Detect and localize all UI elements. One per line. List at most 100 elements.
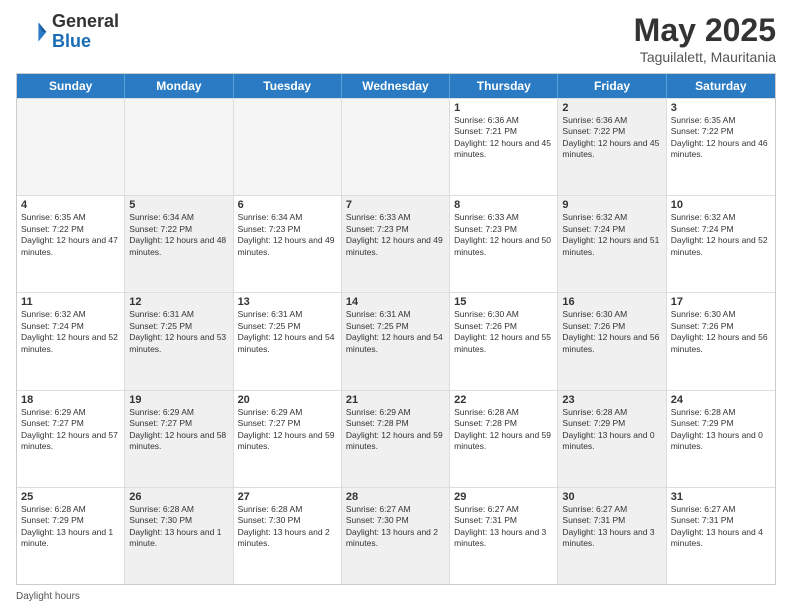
col-saturday: Saturday <box>667 74 775 98</box>
cell-text: Sunrise: 6:28 AM Sunset: 7:29 PM Dayligh… <box>21 504 120 550</box>
day-number: 31 <box>671 491 771 503</box>
cell-text: Sunrise: 6:27 AM Sunset: 7:30 PM Dayligh… <box>346 504 445 550</box>
cal-row-4: 18 Sunrise: 6:29 AM Sunset: 7:27 PM Dayli… <box>17 390 775 487</box>
cell-text: Sunrise: 6:28 AM Sunset: 7:29 PM Dayligh… <box>562 407 661 453</box>
cal-cell-4-1: 18Sunrise: 6:29 AM Sunset: 7:27 PM Dayli… <box>17 391 125 487</box>
day-number: 13 <box>238 296 337 308</box>
day-number: 9 <box>562 199 661 211</box>
col-tuesday: Tuesday <box>234 74 342 98</box>
day-number: 2 <box>562 102 661 114</box>
col-thursday: Thursday <box>450 74 558 98</box>
cell-text: Sunrise: 6:34 AM Sunset: 7:22 PM Dayligh… <box>129 212 228 258</box>
cell-text: Sunrise: 6:32 AM Sunset: 7:24 PM Dayligh… <box>671 212 771 258</box>
cal-cell-5-5: 29Sunrise: 6:27 AM Sunset: 7:31 PM Dayli… <box>450 488 558 584</box>
cal-cell-4-5: 22Sunrise: 6:28 AM Sunset: 7:28 PM Dayli… <box>450 391 558 487</box>
day-number: 3 <box>671 102 771 114</box>
footer: Daylight hours <box>16 591 776 602</box>
cell-text: Sunrise: 6:34 AM Sunset: 7:23 PM Dayligh… <box>238 212 337 258</box>
cal-cell-1-7: 3Sunrise: 6:35 AM Sunset: 7:22 PM Daylig… <box>667 99 775 195</box>
logo-general: General <box>52 11 119 31</box>
day-number: 27 <box>238 491 337 503</box>
title-block: May 2025 Taguilalett, Mauritania <box>634 12 776 65</box>
cell-text: Sunrise: 6:30 AM Sunset: 7:26 PM Dayligh… <box>671 309 771 355</box>
day-number: 16 <box>562 296 661 308</box>
footer-text: Daylight hours <box>16 591 80 602</box>
cal-cell-2-4: 7Sunrise: 6:33 AM Sunset: 7:23 PM Daylig… <box>342 196 450 292</box>
cell-text: Sunrise: 6:36 AM Sunset: 7:21 PM Dayligh… <box>454 115 553 161</box>
day-number: 12 <box>129 296 228 308</box>
cal-cell-3-7: 17Sunrise: 6:30 AM Sunset: 7:26 PM Dayli… <box>667 293 775 389</box>
day-number: 4 <box>21 199 120 211</box>
cal-cell-3-6: 16Sunrise: 6:30 AM Sunset: 7:26 PM Dayli… <box>558 293 666 389</box>
cell-text: Sunrise: 6:27 AM Sunset: 7:31 PM Dayligh… <box>562 504 661 550</box>
cell-text: Sunrise: 6:30 AM Sunset: 7:26 PM Dayligh… <box>562 309 661 355</box>
cal-cell-4-6: 23Sunrise: 6:28 AM Sunset: 7:29 PM Dayli… <box>558 391 666 487</box>
cell-text: Sunrise: 6:27 AM Sunset: 7:31 PM Dayligh… <box>671 504 771 550</box>
calendar: Sunday Monday Tuesday Wednesday Thursday… <box>16 73 776 585</box>
day-number: 8 <box>454 199 553 211</box>
day-number: 25 <box>21 491 120 503</box>
cell-text: Sunrise: 6:28 AM Sunset: 7:30 PM Dayligh… <box>129 504 228 550</box>
day-number: 15 <box>454 296 553 308</box>
cell-text: Sunrise: 6:31 AM Sunset: 7:25 PM Dayligh… <box>346 309 445 355</box>
day-number: 28 <box>346 491 445 503</box>
day-number: 26 <box>129 491 228 503</box>
day-number: 6 <box>238 199 337 211</box>
day-number: 11 <box>21 296 120 308</box>
page: General Blue May 2025 Taguilalett, Mauri… <box>0 0 792 612</box>
logo-text: General Blue <box>52 12 119 52</box>
cal-cell-5-4: 28Sunrise: 6:27 AM Sunset: 7:30 PM Dayli… <box>342 488 450 584</box>
cell-text: Sunrise: 6:35 AM Sunset: 7:22 PM Dayligh… <box>671 115 771 161</box>
day-number: 19 <box>129 394 228 406</box>
day-number: 5 <box>129 199 228 211</box>
cell-text: Sunrise: 6:35 AM Sunset: 7:22 PM Dayligh… <box>21 212 120 258</box>
col-sunday: Sunday <box>17 74 125 98</box>
cal-cell-3-2: 12Sunrise: 6:31 AM Sunset: 7:25 PM Dayli… <box>125 293 233 389</box>
cal-row-3: 11Sunrise: 6:32 AM Sunset: 7:24 PM Dayli… <box>17 292 775 389</box>
cal-cell-5-7: 31Sunrise: 6:27 AM Sunset: 7:31 PM Dayli… <box>667 488 775 584</box>
cell-text: Sunrise: 6:32 AM Sunset: 7:24 PM Dayligh… <box>562 212 661 258</box>
cal-cell-5-1: 25Sunrise: 6:28 AM Sunset: 7:29 PM Dayli… <box>17 488 125 584</box>
logo: General Blue <box>16 12 119 52</box>
calendar-header: Sunday Monday Tuesday Wednesday Thursday… <box>17 74 775 98</box>
day-number: 22 <box>454 394 553 406</box>
cell-text: Sunrise: 6:36 AM Sunset: 7:22 PM Dayligh… <box>562 115 661 161</box>
cal-cell-3-3: 13Sunrise: 6:31 AM Sunset: 7:25 PM Dayli… <box>234 293 342 389</box>
cell-text: Sunrise: 6:28 AM Sunset: 7:30 PM Dayligh… <box>238 504 337 550</box>
cal-cell-4-4: 21Sunrise: 6:29 AM Sunset: 7:28 PM Dayli… <box>342 391 450 487</box>
cal-cell-1-6: 2Sunrise: 6:36 AM Sunset: 7:22 PM Daylig… <box>558 99 666 195</box>
col-wednesday: Wednesday <box>342 74 450 98</box>
cal-cell-1-3 <box>234 99 342 195</box>
cal-row-5: 25Sunrise: 6:28 AM Sunset: 7:29 PM Dayli… <box>17 487 775 584</box>
cal-row-1: 1Sunrise: 6:36 AM Sunset: 7:21 PM Daylig… <box>17 98 775 195</box>
cal-cell-5-6: 30Sunrise: 6:27 AM Sunset: 7:31 PM Dayli… <box>558 488 666 584</box>
cal-cell-5-2: 26Sunrise: 6:28 AM Sunset: 7:30 PM Dayli… <box>125 488 233 584</box>
col-friday: Friday <box>558 74 666 98</box>
cell-text: Sunrise: 6:31 AM Sunset: 7:25 PM Dayligh… <box>129 309 228 355</box>
day-number: 7 <box>346 199 445 211</box>
cal-cell-1-4 <box>342 99 450 195</box>
cell-text: Sunrise: 6:28 AM Sunset: 7:29 PM Dayligh… <box>671 407 771 453</box>
day-number: 24 <box>671 394 771 406</box>
day-number: 1 <box>454 102 553 114</box>
cell-text: Sunrise: 6:29 AM Sunset: 7:28 PM Dayligh… <box>346 407 445 453</box>
cal-row-2: 4Sunrise: 6:35 AM Sunset: 7:22 PM Daylig… <box>17 195 775 292</box>
day-number: 18 <box>21 394 120 406</box>
cell-text: Sunrise: 6:31 AM Sunset: 7:25 PM Dayligh… <box>238 309 337 355</box>
cell-text: Sunrise: 6:33 AM Sunset: 7:23 PM Dayligh… <box>346 212 445 258</box>
cal-cell-1-5: 1Sunrise: 6:36 AM Sunset: 7:21 PM Daylig… <box>450 99 558 195</box>
cal-cell-1-1 <box>17 99 125 195</box>
cal-cell-3-5: 15Sunrise: 6:30 AM Sunset: 7:26 PM Dayli… <box>450 293 558 389</box>
cal-cell-4-3: 20Sunrise: 6:29 AM Sunset: 7:27 PM Dayli… <box>234 391 342 487</box>
cal-cell-1-2 <box>125 99 233 195</box>
cal-cell-2-7: 10Sunrise: 6:32 AM Sunset: 7:24 PM Dayli… <box>667 196 775 292</box>
cell-text: Sunrise: 6:29 AM Sunset: 7:27 PM Dayligh… <box>129 407 228 453</box>
day-number: 17 <box>671 296 771 308</box>
title-location: Taguilalett, Mauritania <box>634 49 776 65</box>
day-number: 20 <box>238 394 337 406</box>
logo-blue: Blue <box>52 31 91 51</box>
day-number: 29 <box>454 491 553 503</box>
cell-text: Sunrise: 6:27 AM Sunset: 7:31 PM Dayligh… <box>454 504 553 550</box>
title-month: May 2025 <box>634 12 776 49</box>
header: General Blue May 2025 Taguilalett, Mauri… <box>16 12 776 65</box>
